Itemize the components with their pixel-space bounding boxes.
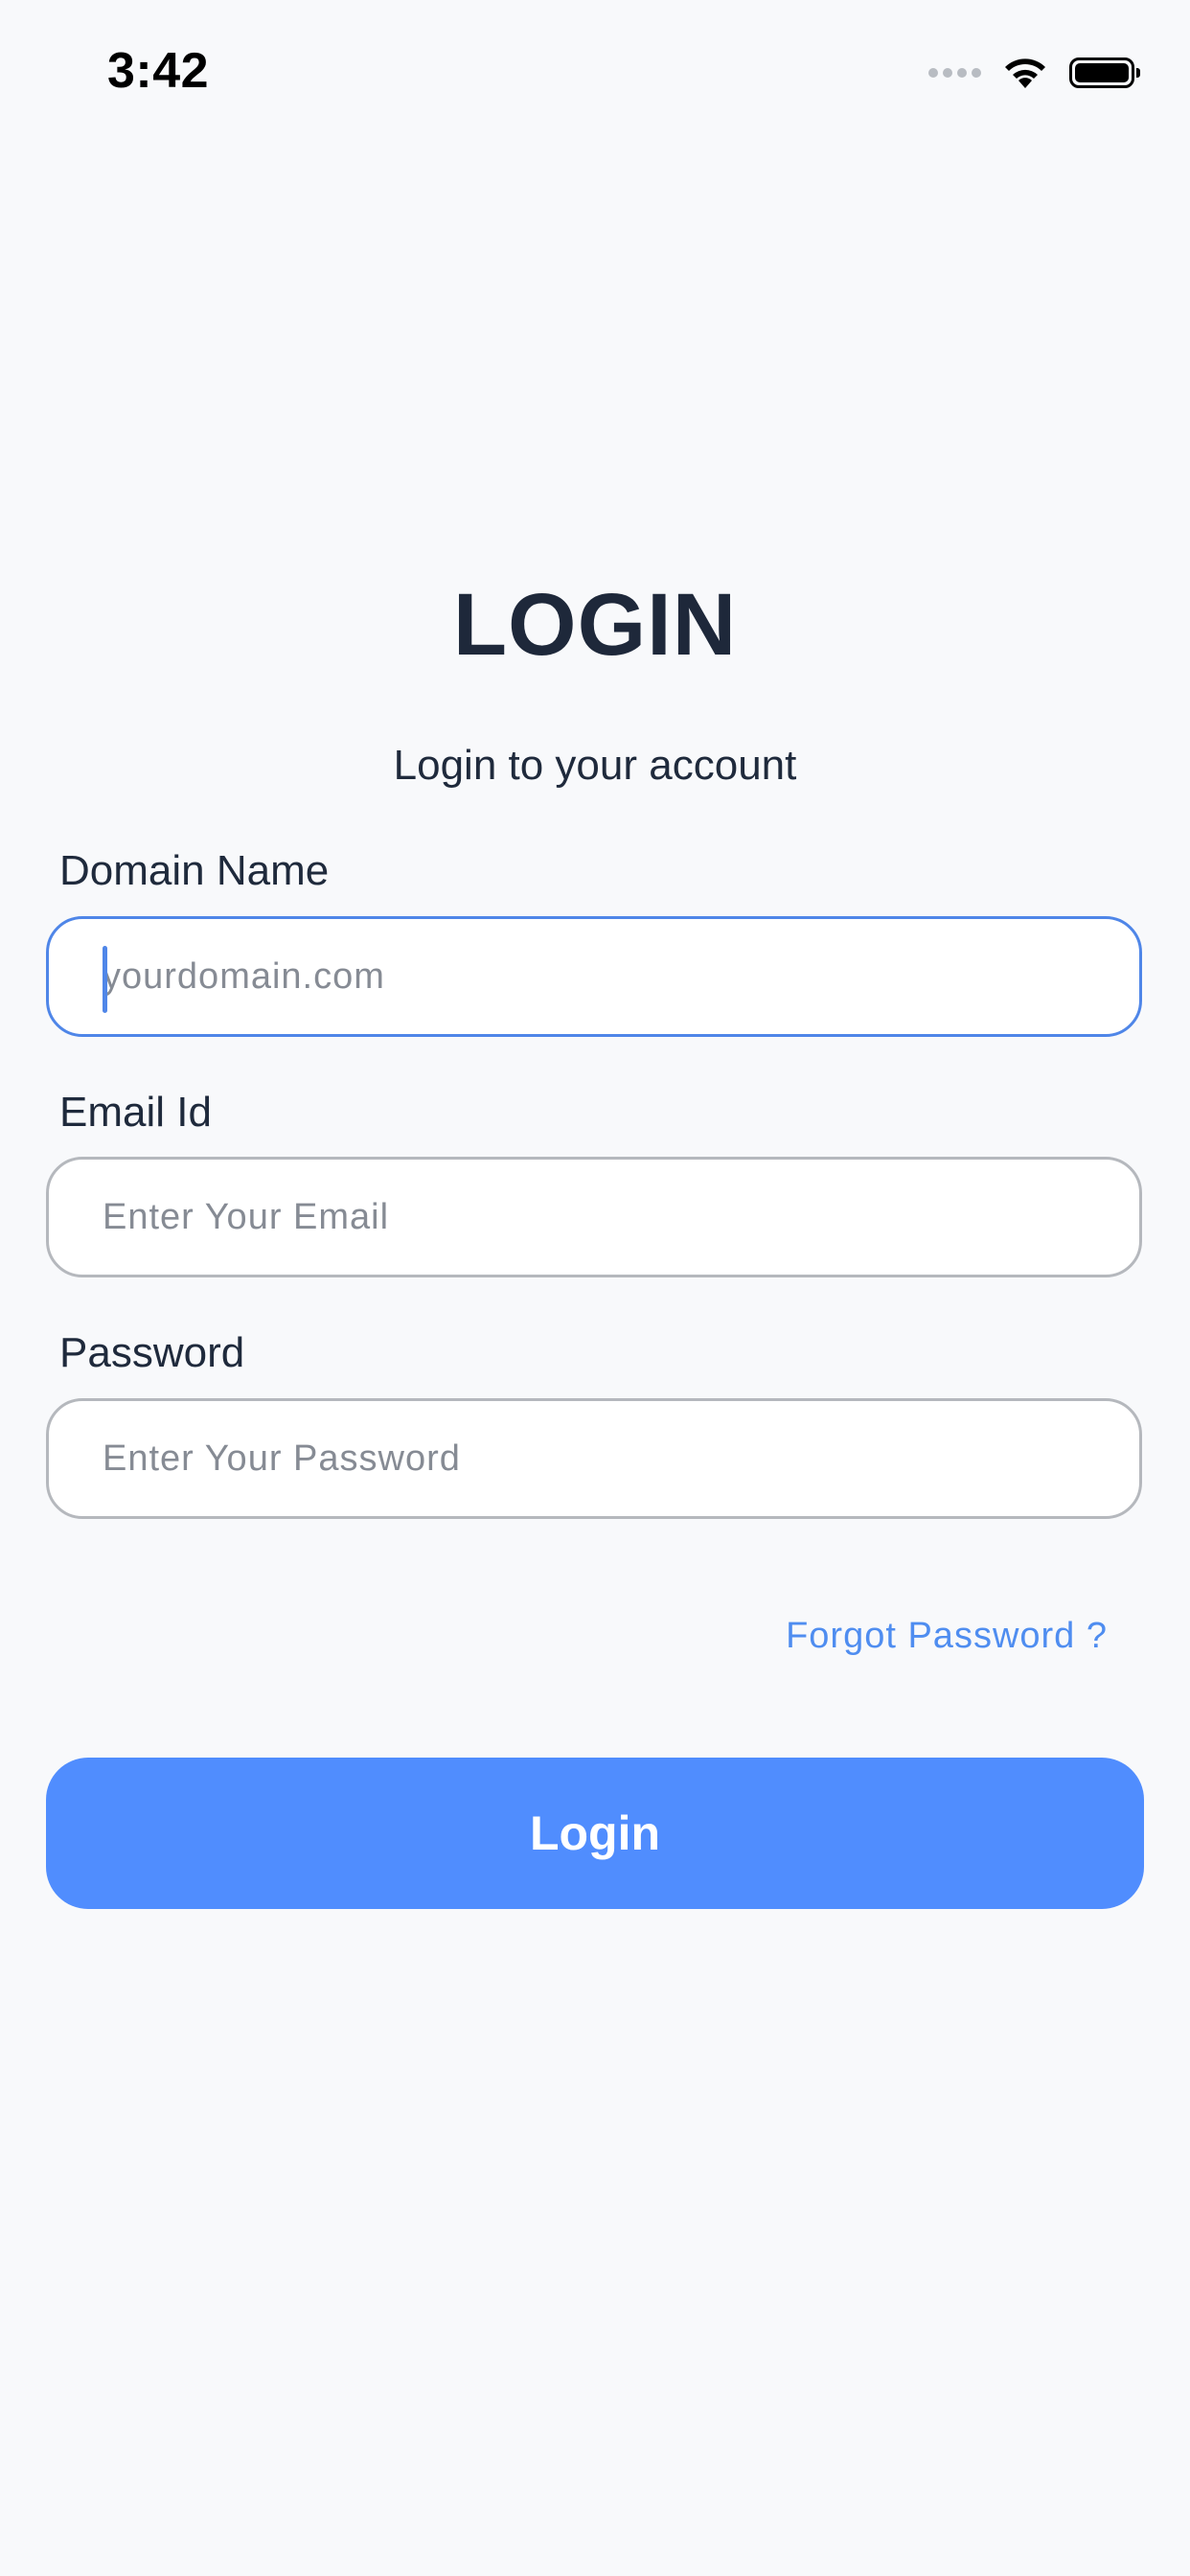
text-caret: [103, 946, 107, 1013]
page-title: LOGIN: [452, 576, 738, 674]
wifi-icon: [1005, 58, 1045, 88]
domain-name-input[interactable]: [103, 919, 1080, 1034]
battery-icon: [1069, 58, 1140, 88]
password-label: Password: [59, 1329, 245, 1376]
email-id-label: Email Id: [59, 1089, 212, 1136]
password-field[interactable]: [46, 1398, 1142, 1519]
login-button[interactable]: Login: [46, 1758, 1144, 1909]
email-field[interactable]: [46, 1157, 1142, 1277]
signal-icon: [928, 68, 981, 78]
status-bar: 3:42: [0, 0, 1190, 153]
login-screen: 3:42 LOGIN Login to your account Domain …: [0, 0, 1190, 2576]
email-input[interactable]: [103, 1160, 1080, 1275]
status-time: 3:42: [107, 43, 210, 99]
page-subtitle: Login to your account: [393, 742, 797, 789]
forgot-password-link[interactable]: Forgot Password ?: [786, 1616, 1108, 1657]
status-icons: [928, 54, 1140, 92]
password-input[interactable]: [103, 1401, 1080, 1516]
domain-name-field[interactable]: [46, 916, 1142, 1037]
domain-name-label: Domain Name: [59, 847, 330, 894]
